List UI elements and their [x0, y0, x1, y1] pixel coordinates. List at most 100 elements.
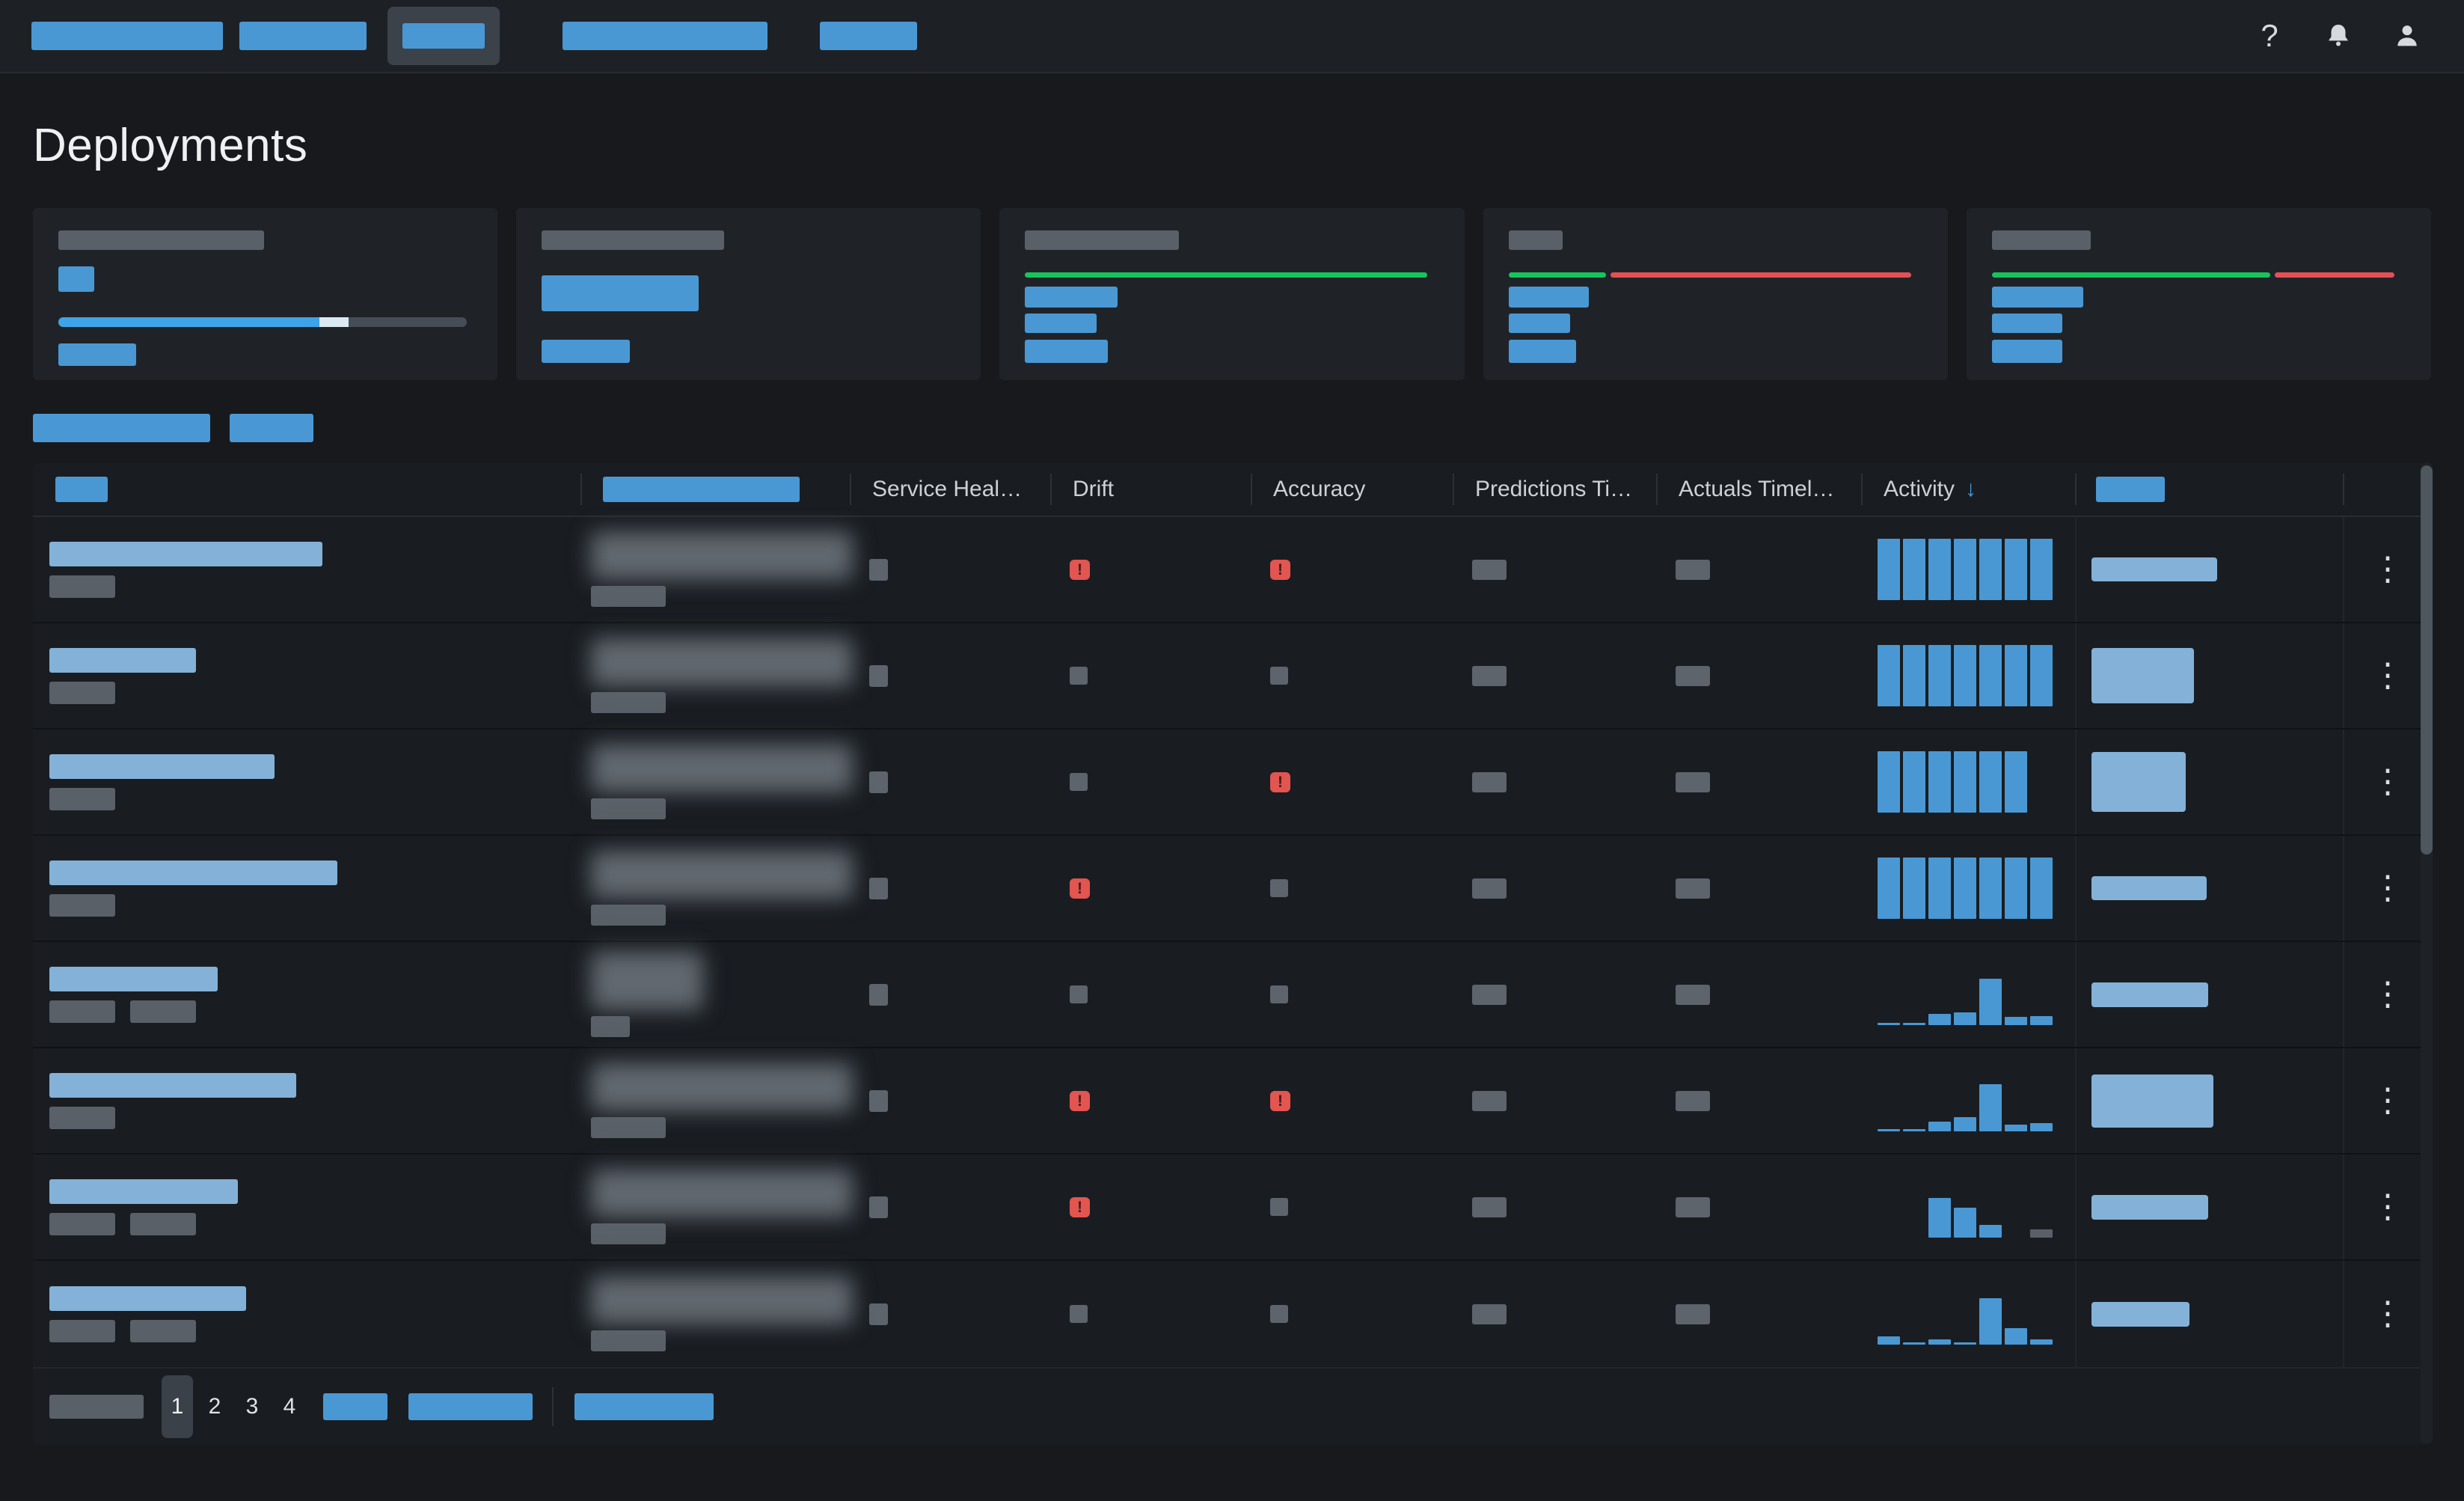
column-header-model[interactable] — [580, 463, 850, 516]
table-row[interactable]: ! ⋮ — [33, 1155, 2431, 1261]
pagination-jump-redacted[interactable] — [408, 1393, 533, 1420]
card-link-redacted[interactable] — [1025, 314, 1097, 333]
column-label: Accuracy — [1273, 477, 1365, 502]
deployment-name-redacted[interactable] — [49, 1179, 238, 1204]
deployment-name-redacted[interactable] — [49, 754, 275, 779]
kebab-menu-icon[interactable]: ⋮ — [2371, 768, 2404, 795]
deployment-name-redacted[interactable] — [49, 860, 337, 885]
activity-cell — [1861, 730, 2075, 834]
status-redacted — [1676, 1091, 1710, 1111]
nav-item-5[interactable] — [820, 22, 917, 50]
activity-bar — [1878, 1336, 1900, 1345]
alert-icon: ! — [1070, 1197, 1090, 1217]
card-link-redacted[interactable] — [1025, 287, 1118, 308]
column-header-actuals[interactable]: Actuals Timel… — [1656, 463, 1861, 516]
page-button-3[interactable]: 3 — [236, 1375, 268, 1438]
nav-item-2[interactable] — [239, 22, 367, 50]
health-line-red — [2275, 272, 2394, 278]
column-header-service-health[interactable]: Service Heal… — [850, 463, 1050, 516]
model-cell — [580, 1170, 850, 1244]
activity-chart — [1878, 1176, 2053, 1238]
card-link-redacted[interactable] — [1992, 314, 2062, 333]
scrollbar-thumb[interactable] — [2421, 465, 2433, 855]
table-row[interactable]: ⋮ — [33, 623, 2431, 730]
deployment-name-redacted[interactable] — [49, 542, 322, 566]
health-line-green — [1992, 272, 2270, 278]
activity-bar — [1928, 1198, 1951, 1238]
kebab-menu-icon[interactable]: ⋮ — [2371, 875, 2404, 901]
column-header-activity[interactable]: Activity ↓ — [1861, 463, 2075, 516]
card-link-redacted[interactable] — [1509, 314, 1570, 333]
table-row[interactable]: ! ! ⋮ — [33, 517, 2431, 623]
kebab-menu-icon[interactable]: ⋮ — [2371, 1193, 2404, 1220]
notifications-icon[interactable] — [2323, 19, 2353, 52]
extra-cell — [2075, 1048, 2343, 1153]
model-name-blurred — [591, 1063, 853, 1111]
toolbar-button-1[interactable] — [33, 414, 210, 442]
actions-cell: ⋮ — [2343, 942, 2431, 1047]
status-redacted — [1676, 878, 1710, 899]
card-link-redacted[interactable] — [542, 340, 630, 363]
card-link-redacted[interactable] — [1509, 287, 1589, 308]
column-header-extra[interactable] — [2075, 463, 2343, 516]
activity-bar — [1979, 979, 2002, 1025]
actions-cell: ⋮ — [2343, 730, 2431, 834]
predictions-cell — [1453, 942, 1656, 1047]
activity-bar — [2030, 1016, 2053, 1025]
page-button-2[interactable]: 2 — [199, 1375, 230, 1438]
activity-bar — [2030, 539, 2053, 600]
activity-bar — [1954, 539, 1976, 600]
user-icon[interactable] — [2392, 19, 2422, 52]
activity-bar — [1903, 858, 1925, 919]
activity-bar — [2005, 858, 2027, 919]
kebab-menu-icon[interactable]: ⋮ — [2371, 981, 2404, 1007]
actuals-cell — [1656, 730, 1861, 834]
actions-cell: ⋮ — [2343, 1048, 2431, 1153]
pagination-next-redacted[interactable] — [323, 1393, 387, 1420]
activity-bar — [2005, 1125, 2027, 1131]
column-header-predictions[interactable]: Predictions Ti… — [1453, 463, 1656, 516]
page-button-4[interactable]: 4 — [274, 1375, 305, 1438]
nav-item-3-active[interactable] — [387, 7, 500, 65]
card-link-redacted[interactable] — [58, 343, 136, 366]
kebab-menu-icon[interactable]: ⋮ — [2371, 1087, 2404, 1113]
table-row[interactable]: ! ! ⋮ — [33, 1048, 2431, 1155]
model-name-blurred — [591, 952, 703, 1010]
tag-redacted — [49, 1320, 115, 1342]
toolbar-button-2[interactable] — [230, 414, 313, 442]
kebab-menu-icon[interactable]: ⋮ — [2371, 1300, 2404, 1327]
status-redacted — [869, 1090, 888, 1112]
card-link-redacted[interactable] — [1992, 340, 2062, 363]
card-link-redacted[interactable] — [1025, 340, 1108, 363]
activity-bar — [2030, 1339, 2053, 1345]
kebab-menu-icon[interactable]: ⋮ — [2371, 556, 2404, 582]
column-header-name[interactable] — [33, 463, 580, 516]
nav-item-1[interactable] — [31, 22, 223, 50]
alert-icon: ! — [1270, 1091, 1290, 1111]
table-body: ! ! ⋮ ⋮ — [33, 517, 2431, 1367]
name-cell — [33, 542, 580, 598]
kebab-menu-icon[interactable]: ⋮ — [2371, 662, 2404, 688]
table-row[interactable]: ! ⋮ — [33, 836, 2431, 942]
table-row[interactable]: ⋮ — [33, 1261, 2431, 1367]
table-row[interactable]: ! ⋮ — [33, 730, 2431, 836]
pagination-export-redacted[interactable] — [574, 1393, 714, 1420]
column-header-drift[interactable]: Drift — [1050, 463, 1251, 516]
activity-bar — [1878, 1129, 1900, 1131]
status-redacted — [1270, 985, 1288, 1003]
table-row[interactable]: ⋮ — [33, 942, 2431, 1048]
alert-icon: ! — [1270, 560, 1290, 580]
deployment-name-redacted[interactable] — [49, 648, 196, 673]
card-link-redacted[interactable] — [1992, 287, 2083, 308]
deployment-name-redacted[interactable] — [49, 967, 218, 991]
card-link-redacted[interactable] — [1509, 340, 1576, 363]
status-redacted — [1472, 1197, 1507, 1217]
deployment-name-redacted[interactable] — [49, 1286, 246, 1311]
summary-cards — [33, 208, 2431, 380]
help-icon[interactable]: ? — [2255, 19, 2284, 52]
deployment-name-redacted[interactable] — [49, 1073, 296, 1098]
summary-card-3 — [999, 208, 1464, 380]
nav-item-4[interactable] — [563, 22, 767, 50]
column-header-accuracy[interactable]: Accuracy — [1251, 463, 1453, 516]
page-button-1[interactable]: 1 — [162, 1375, 193, 1438]
